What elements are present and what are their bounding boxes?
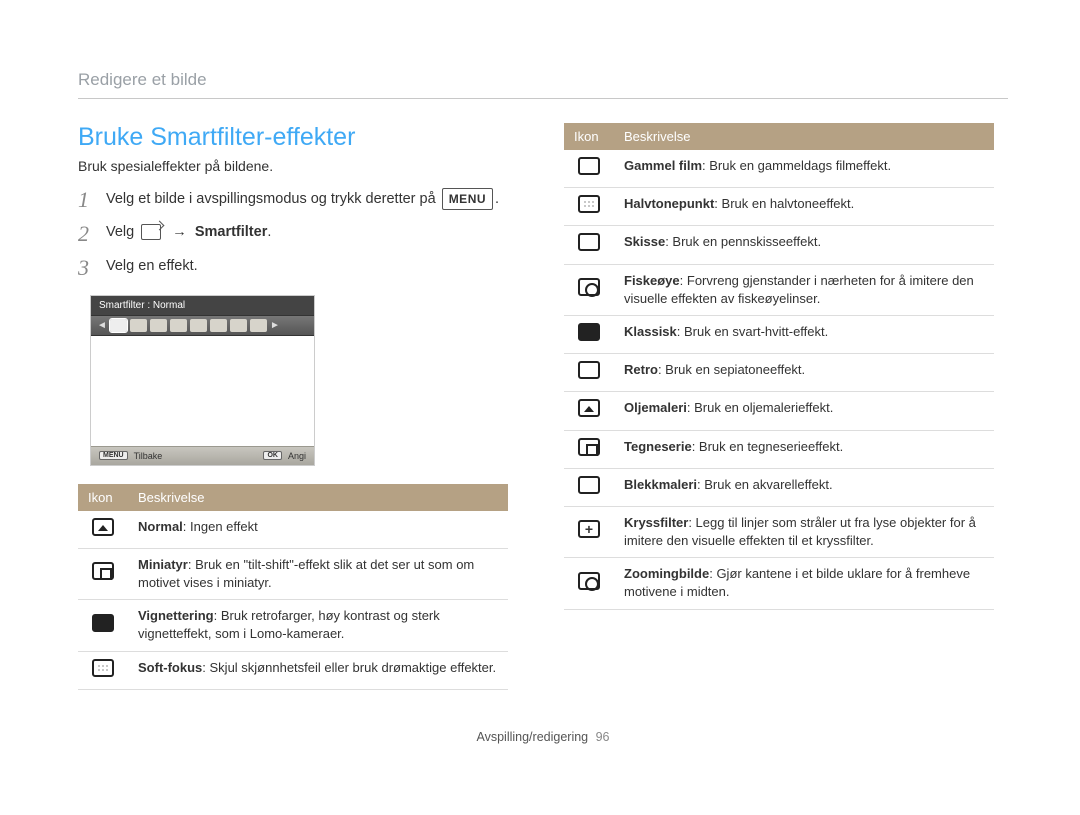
- halftone-icon: [578, 195, 600, 213]
- edit-icon: [141, 224, 161, 240]
- table-row: Oljemaleri: Bruk en oljemalerieffekt.: [564, 392, 994, 430]
- filter-thumb: [190, 319, 207, 332]
- table-row: Klassisk: Bruk en svart-hvitt-effekt.: [564, 315, 994, 353]
- table-row: Kryssfilter: Legg til linjer som stråler…: [564, 506, 994, 557]
- step-3-text: Velg en effekt.: [106, 256, 198, 278]
- table-row: Halvtonepunkt: Bruk en halvtoneeffekt.: [564, 188, 994, 226]
- step-2-text: Velg → Smartfilter.: [106, 222, 271, 244]
- lcd-canvas: [91, 336, 314, 446]
- chevron-left-icon: ◄: [97, 320, 107, 331]
- filter-thumb: [170, 319, 187, 332]
- table-row: Blekkmaleri: Bruk en akvarelleffekt.: [564, 468, 994, 506]
- fisheye-icon: [578, 278, 600, 296]
- page-footer: Avspilling/redigering 96: [78, 730, 1008, 744]
- vignette-icon: [92, 614, 114, 632]
- retro-icon: [578, 361, 600, 379]
- footer-section: Avspilling/redigering: [476, 730, 588, 744]
- table-row: Miniatyr: Bruk en "tilt-shift"-effekt sl…: [78, 548, 508, 599]
- th-icon: Ikon: [78, 484, 128, 511]
- camera-lcd-preview: Smartfilter : Normal ◄ ► MENU Tilbak: [90, 295, 315, 466]
- miniature-icon: [92, 562, 114, 580]
- page-number: 96: [596, 730, 610, 744]
- step-number: 3: [78, 256, 106, 280]
- filter-thumb: [130, 319, 147, 332]
- filter-strip: ◄ ►: [91, 315, 314, 336]
- cross-filter-icon: [578, 520, 600, 538]
- step-1-text: Velg et bilde i avspillingsmodus og tryk…: [106, 188, 499, 211]
- effects-table-right: Ikon Beskrivelse Gammel film: Bruk en ga…: [564, 123, 994, 610]
- intro-text: Bruk spesialeffekter på bildene.: [78, 158, 508, 174]
- oil-painting-icon: [578, 399, 600, 417]
- table-row: Gammel film: Bruk en gammeldags filmeffe…: [564, 150, 994, 188]
- page-title: Bruke Smartfilter-effekter: [78, 123, 508, 152]
- zooming-shot-icon: [578, 572, 600, 590]
- table-row: Tegneserie: Bruk en tegneserieeffekt.: [564, 430, 994, 468]
- arrow-icon: →: [172, 224, 191, 240]
- table-row: Fiskeøye: Forvreng gjenstander i nærhete…: [564, 264, 994, 315]
- effects-table-left: Ikon Beskrivelse Normal: Ingen effekt Mi…: [78, 484, 508, 690]
- table-row: Vignettering: Bruk retrofarger, høy kont…: [78, 600, 508, 651]
- ink-painting-icon: [578, 476, 600, 494]
- filter-thumb: [210, 319, 227, 332]
- th-desc: Beskrivelse: [614, 123, 994, 150]
- menu-button-label: MENU: [442, 188, 493, 210]
- soft-focus-icon: [92, 659, 114, 677]
- table-row: Retro: Bruk en sepiatoneeffekt.: [564, 354, 994, 392]
- lcd-title: Smartfilter : Normal: [91, 296, 314, 315]
- step-number: 1: [78, 188, 106, 212]
- breadcrumb: Redigere et bilde: [78, 70, 1008, 90]
- step-number: 2: [78, 222, 106, 246]
- classic-icon: [578, 323, 600, 341]
- back-label: Tilbake: [134, 451, 163, 461]
- chevron-right-icon: ►: [270, 320, 280, 331]
- th-desc: Beskrivelse: [128, 484, 508, 511]
- filter-thumb: [230, 319, 247, 332]
- table-row: Skisse: Bruk en pennskisseeffekt.: [564, 226, 994, 264]
- cartoon-icon: [578, 438, 600, 456]
- normal-icon: [92, 518, 114, 536]
- table-row: Soft-fokus: Skjul skjønnhetsfeil eller b…: [78, 651, 508, 689]
- filter-thumb: [250, 319, 267, 332]
- table-row: Zoomingbilde: Gjør kantene i et bilde uk…: [564, 558, 994, 609]
- th-icon: Ikon: [564, 123, 614, 150]
- divider: [78, 98, 1008, 99]
- menu-key-icon: MENU: [99, 451, 128, 460]
- set-label: Angi: [288, 451, 306, 461]
- table-row: Normal: Ingen effekt: [78, 511, 508, 549]
- old-film-icon: [578, 157, 600, 175]
- filter-thumb: [150, 319, 167, 332]
- ok-key-icon: OK: [263, 451, 282, 460]
- sketch-icon: [578, 233, 600, 251]
- filter-thumb: [110, 319, 127, 332]
